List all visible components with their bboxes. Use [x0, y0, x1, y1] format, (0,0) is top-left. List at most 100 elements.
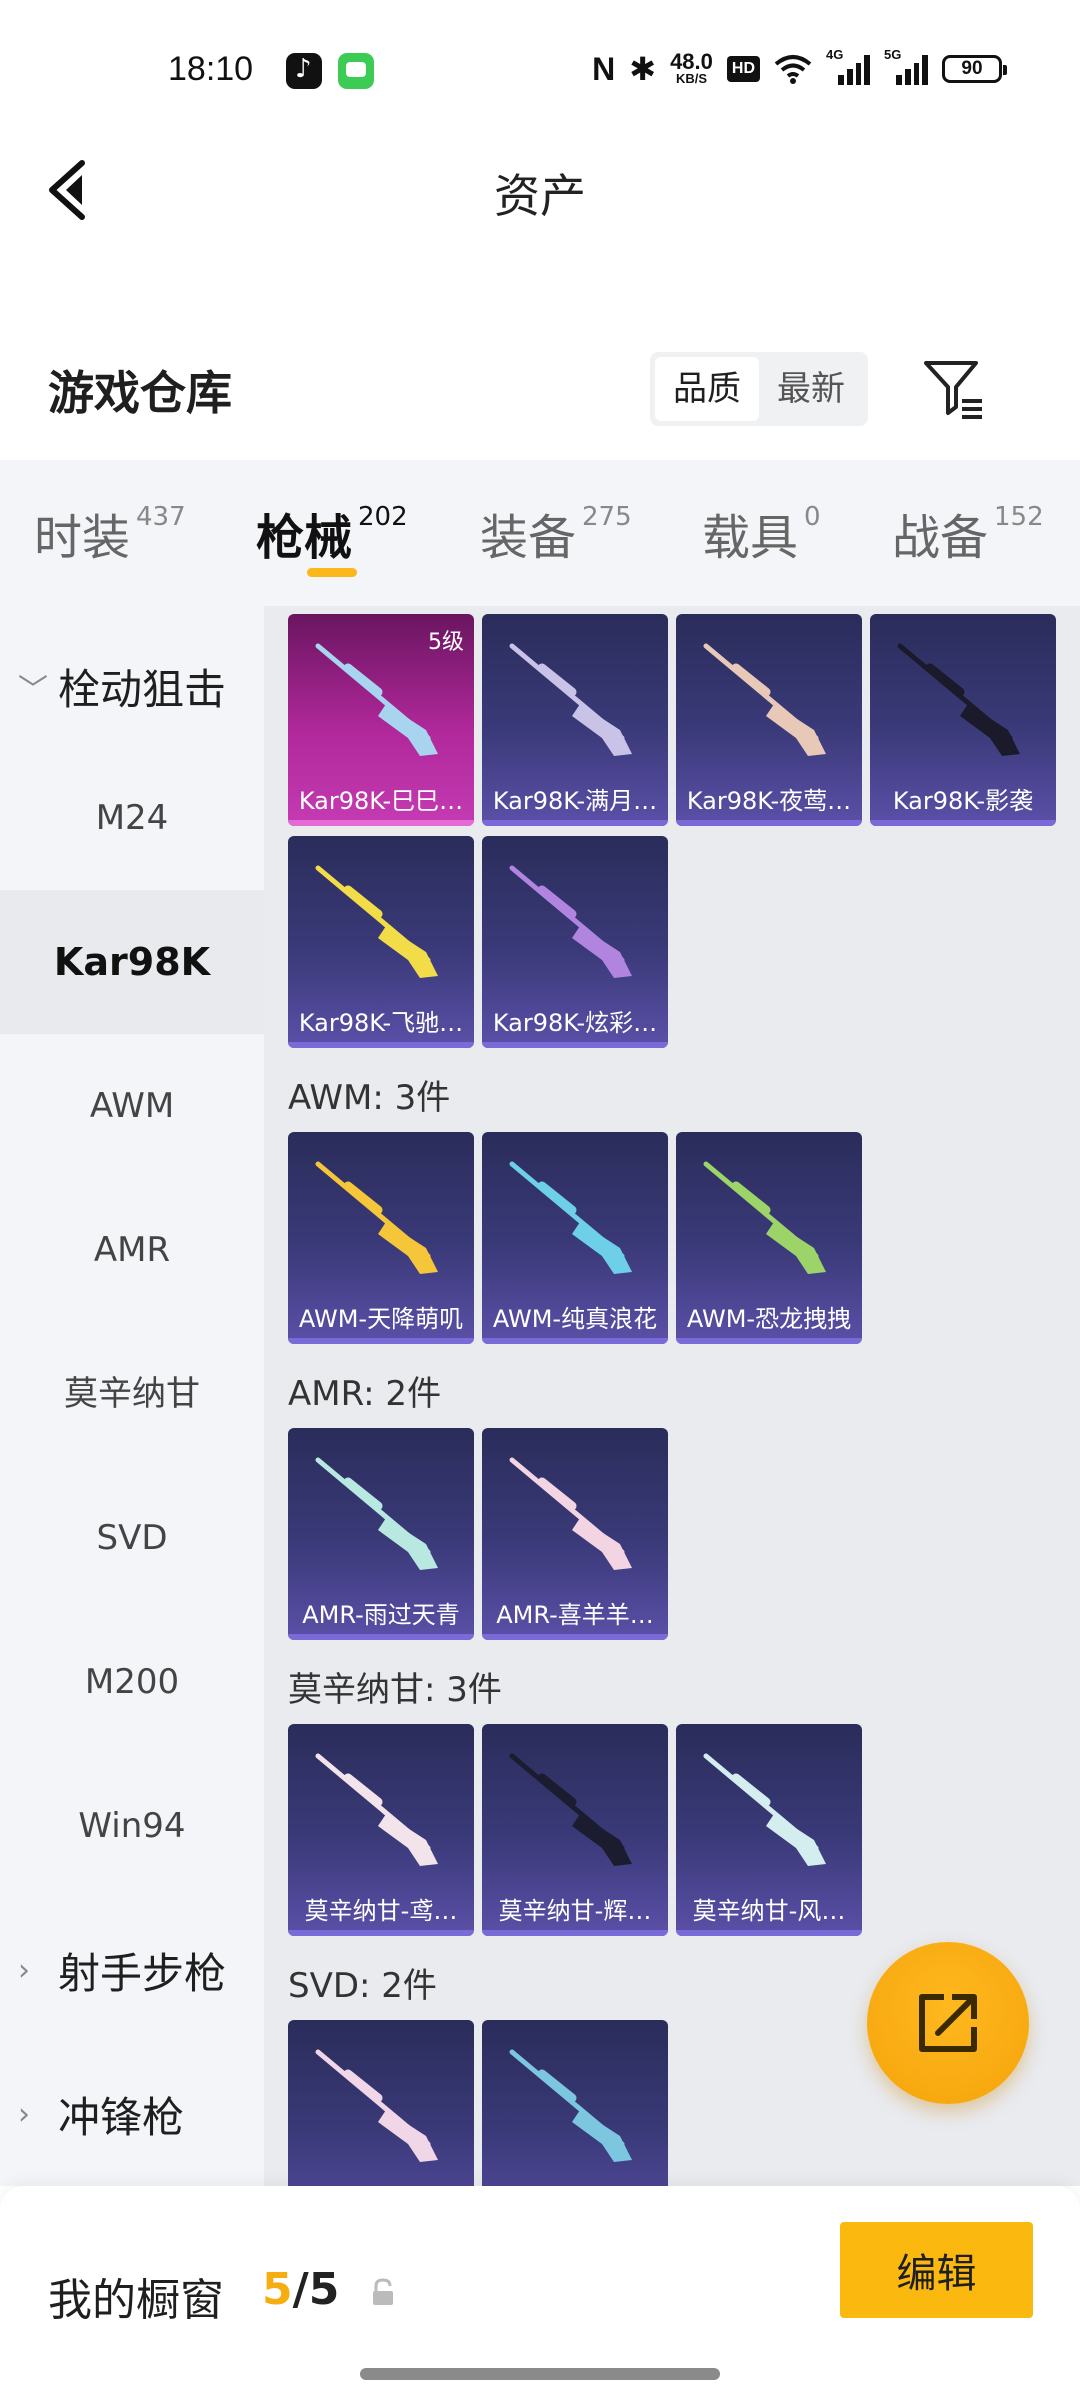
sidebar-item-mosin-nagant[interactable]: 莫辛纳甘 [0, 1322, 264, 1466]
skin-name-label: AWM-纯真浪花 [492, 1305, 658, 1333]
sidebar-item-m24[interactable]: M24 [0, 746, 264, 890]
sidebar-item-amr[interactable]: AMR [0, 1178, 264, 1322]
rifle-icon [897, 643, 1020, 756]
chevron-right-icon: › [18, 2097, 30, 2132]
weapon-skin-card[interactable]: AWM-纯真浪花 [482, 1132, 668, 1344]
net-speed-value: 48.0 [670, 49, 713, 75]
warehouse-title: 游戏仓库 [48, 366, 232, 420]
weapon-skin-card[interactable]: 5级 Kar98K-巳巳… [288, 614, 474, 826]
weapon-skin-card[interactable] [482, 2020, 668, 2186]
signal-4g-label: 4G [826, 47, 844, 62]
showcase-total: 5 [308, 2264, 340, 2315]
quality-bar [288, 1634, 474, 1640]
tab-label: 装备 [480, 510, 577, 566]
tab-label: 时装 [34, 510, 131, 566]
skin-name-label: 莫辛纳甘-风… [692, 1897, 846, 1925]
weapon-group-title: 莫辛纳甘: 3件 [288, 1670, 502, 1710]
active-tab-indicator [307, 568, 357, 577]
sidebar-item-svd[interactable]: SVD [0, 1466, 264, 1610]
sort-by-newest[interactable]: 最新 [759, 357, 863, 421]
battery-icon: 90 [942, 55, 1007, 83]
tiktok-notification-icon [286, 53, 322, 89]
sidebar-item-win94[interactable]: Win94 [0, 1754, 264, 1898]
showcase-separator: / [292, 2264, 309, 2315]
tab-vehicles[interactable]: 载具 0 [702, 498, 821, 568]
quality-bar [288, 1042, 474, 1048]
sidebar-group-label: 冲锋枪 [58, 2093, 185, 2142]
weapon-skin-card[interactable]: Kar98K-夜莺… [676, 614, 862, 826]
filter-icon [924, 361, 982, 419]
chevron-right-icon: › [18, 1953, 30, 1988]
sidebar-group-bolt-action[interactable]: ﹀ 栓动狙击 [18, 656, 226, 717]
skin-name-label: AMR-喜羊羊… [496, 1601, 654, 1629]
skin-name-label: Kar98K-巳巳… [298, 787, 464, 815]
quality-bar [482, 1338, 668, 1344]
sidebar-item-awm[interactable]: AWM [0, 1034, 264, 1178]
app-root: 18:10 N ✱ 48.0 KB/S HD 4G 5G [0, 0, 1080, 2400]
weapon-skin-card[interactable]: 莫辛纳甘-鸢… [288, 1724, 474, 1936]
sort-by-quality[interactable]: 品质 [655, 357, 759, 421]
tab-count: 0 [804, 502, 821, 532]
chevron-down-icon: ﹀ [18, 672, 48, 708]
rifle-icon [703, 1753, 826, 1866]
wifi-icon [774, 55, 812, 84]
rifle-icon [509, 1161, 632, 1274]
status-bar: 18:10 N ✱ 48.0 KB/S HD 4G 5G [0, 0, 1080, 140]
rifle-icon [315, 1753, 438, 1866]
weapon-skin-card[interactable]: Kar98K-飞驰… [288, 836, 474, 1048]
share-icon [919, 1994, 977, 2052]
tab-label: 战备 [892, 510, 989, 566]
hd-icon: HD [726, 56, 760, 82]
tab-label: 枪械 [256, 510, 353, 566]
rifle-icon [509, 1457, 632, 1570]
signal-5g-label: 5G [884, 47, 902, 62]
weapon-skin-card[interactable] [288, 2020, 474, 2186]
sidebar-item-m200[interactable]: M200 [0, 1610, 264, 1754]
page-title: 资产 [494, 169, 586, 223]
weapon-skin-card[interactable]: Kar98K-影袭 [870, 614, 1056, 826]
skin-name-label: Kar98K-夜莺… [686, 787, 852, 815]
weapon-skin-card[interactable]: AMR-雨过天青 [288, 1428, 474, 1640]
skin-name-label: Kar98K-满月… [492, 787, 658, 815]
tab-firearms[interactable]: 枪械 202 [256, 498, 408, 568]
weapon-skin-card[interactable]: Kar98K-满月… [482, 614, 668, 826]
lock-icon [373, 2278, 393, 2305]
share-button[interactable] [867, 1942, 1029, 2104]
skin-name-label: 莫辛纳甘-鸢… [304, 1897, 458, 1925]
sort-toggle: 品质 最新 [650, 352, 868, 426]
quality-bar [288, 1930, 474, 1936]
sidebar-item-kar98k[interactable]: Kar98K [0, 890, 264, 1034]
nfc-icon: N [592, 50, 616, 87]
quality-bar [482, 820, 668, 826]
weapon-skin-card[interactable]: 莫辛纳甘-辉… [482, 1724, 668, 1936]
tab-supplies[interactable]: 战备 152 [892, 498, 1044, 568]
rifle-icon [315, 865, 438, 978]
tab-fashion[interactable]: 时装 437 [34, 498, 186, 568]
sidebar-group-label: 射手步枪 [58, 1949, 227, 1998]
filter-button[interactable] [920, 355, 988, 421]
status-time: 18:10 [168, 50, 254, 88]
tab-equipment[interactable]: 装备 275 [480, 498, 632, 568]
sidebar-group-smg[interactable]: › 冲锋枪 [18, 2084, 184, 2145]
rifle-icon [315, 1161, 438, 1274]
skin-name-label: AWM-恐龙拽拽 [686, 1305, 852, 1333]
showcase-current: 5 [262, 2264, 293, 2315]
sidebar-group-marksman[interactable]: › 射手步枪 [18, 1940, 226, 2001]
quality-bar [288, 1338, 474, 1344]
weapon-skin-card[interactable]: AWM-恐龙拽拽 [676, 1132, 862, 1344]
rifle-icon [703, 643, 826, 756]
quality-bar [482, 1634, 668, 1640]
weapon-skin-card[interactable]: 莫辛纳甘-风… [676, 1724, 862, 1936]
skin-name-label: Kar98K-影袭 [892, 787, 1034, 815]
rifle-icon [315, 1457, 438, 1570]
weapon-skin-card[interactable]: AMR-喜羊羊… [482, 1428, 668, 1640]
quality-bar [676, 1338, 862, 1344]
bottom-bar: 我的橱窗 5/5 编辑 [0, 2186, 1080, 2400]
weapon-group-title: AMR: 2件 [288, 1374, 442, 1414]
net-speed: 48.0 KB/S [670, 49, 713, 86]
rifle-icon [509, 1753, 632, 1866]
weapon-skin-card[interactable]: Kar98K-炫彩… [482, 836, 668, 1048]
edit-button[interactable]: 编辑 [840, 2222, 1033, 2318]
weapon-skin-card[interactable]: AWM-天降萌叽 [288, 1132, 474, 1344]
skin-name-label: AMR-雨过天青 [302, 1601, 460, 1629]
